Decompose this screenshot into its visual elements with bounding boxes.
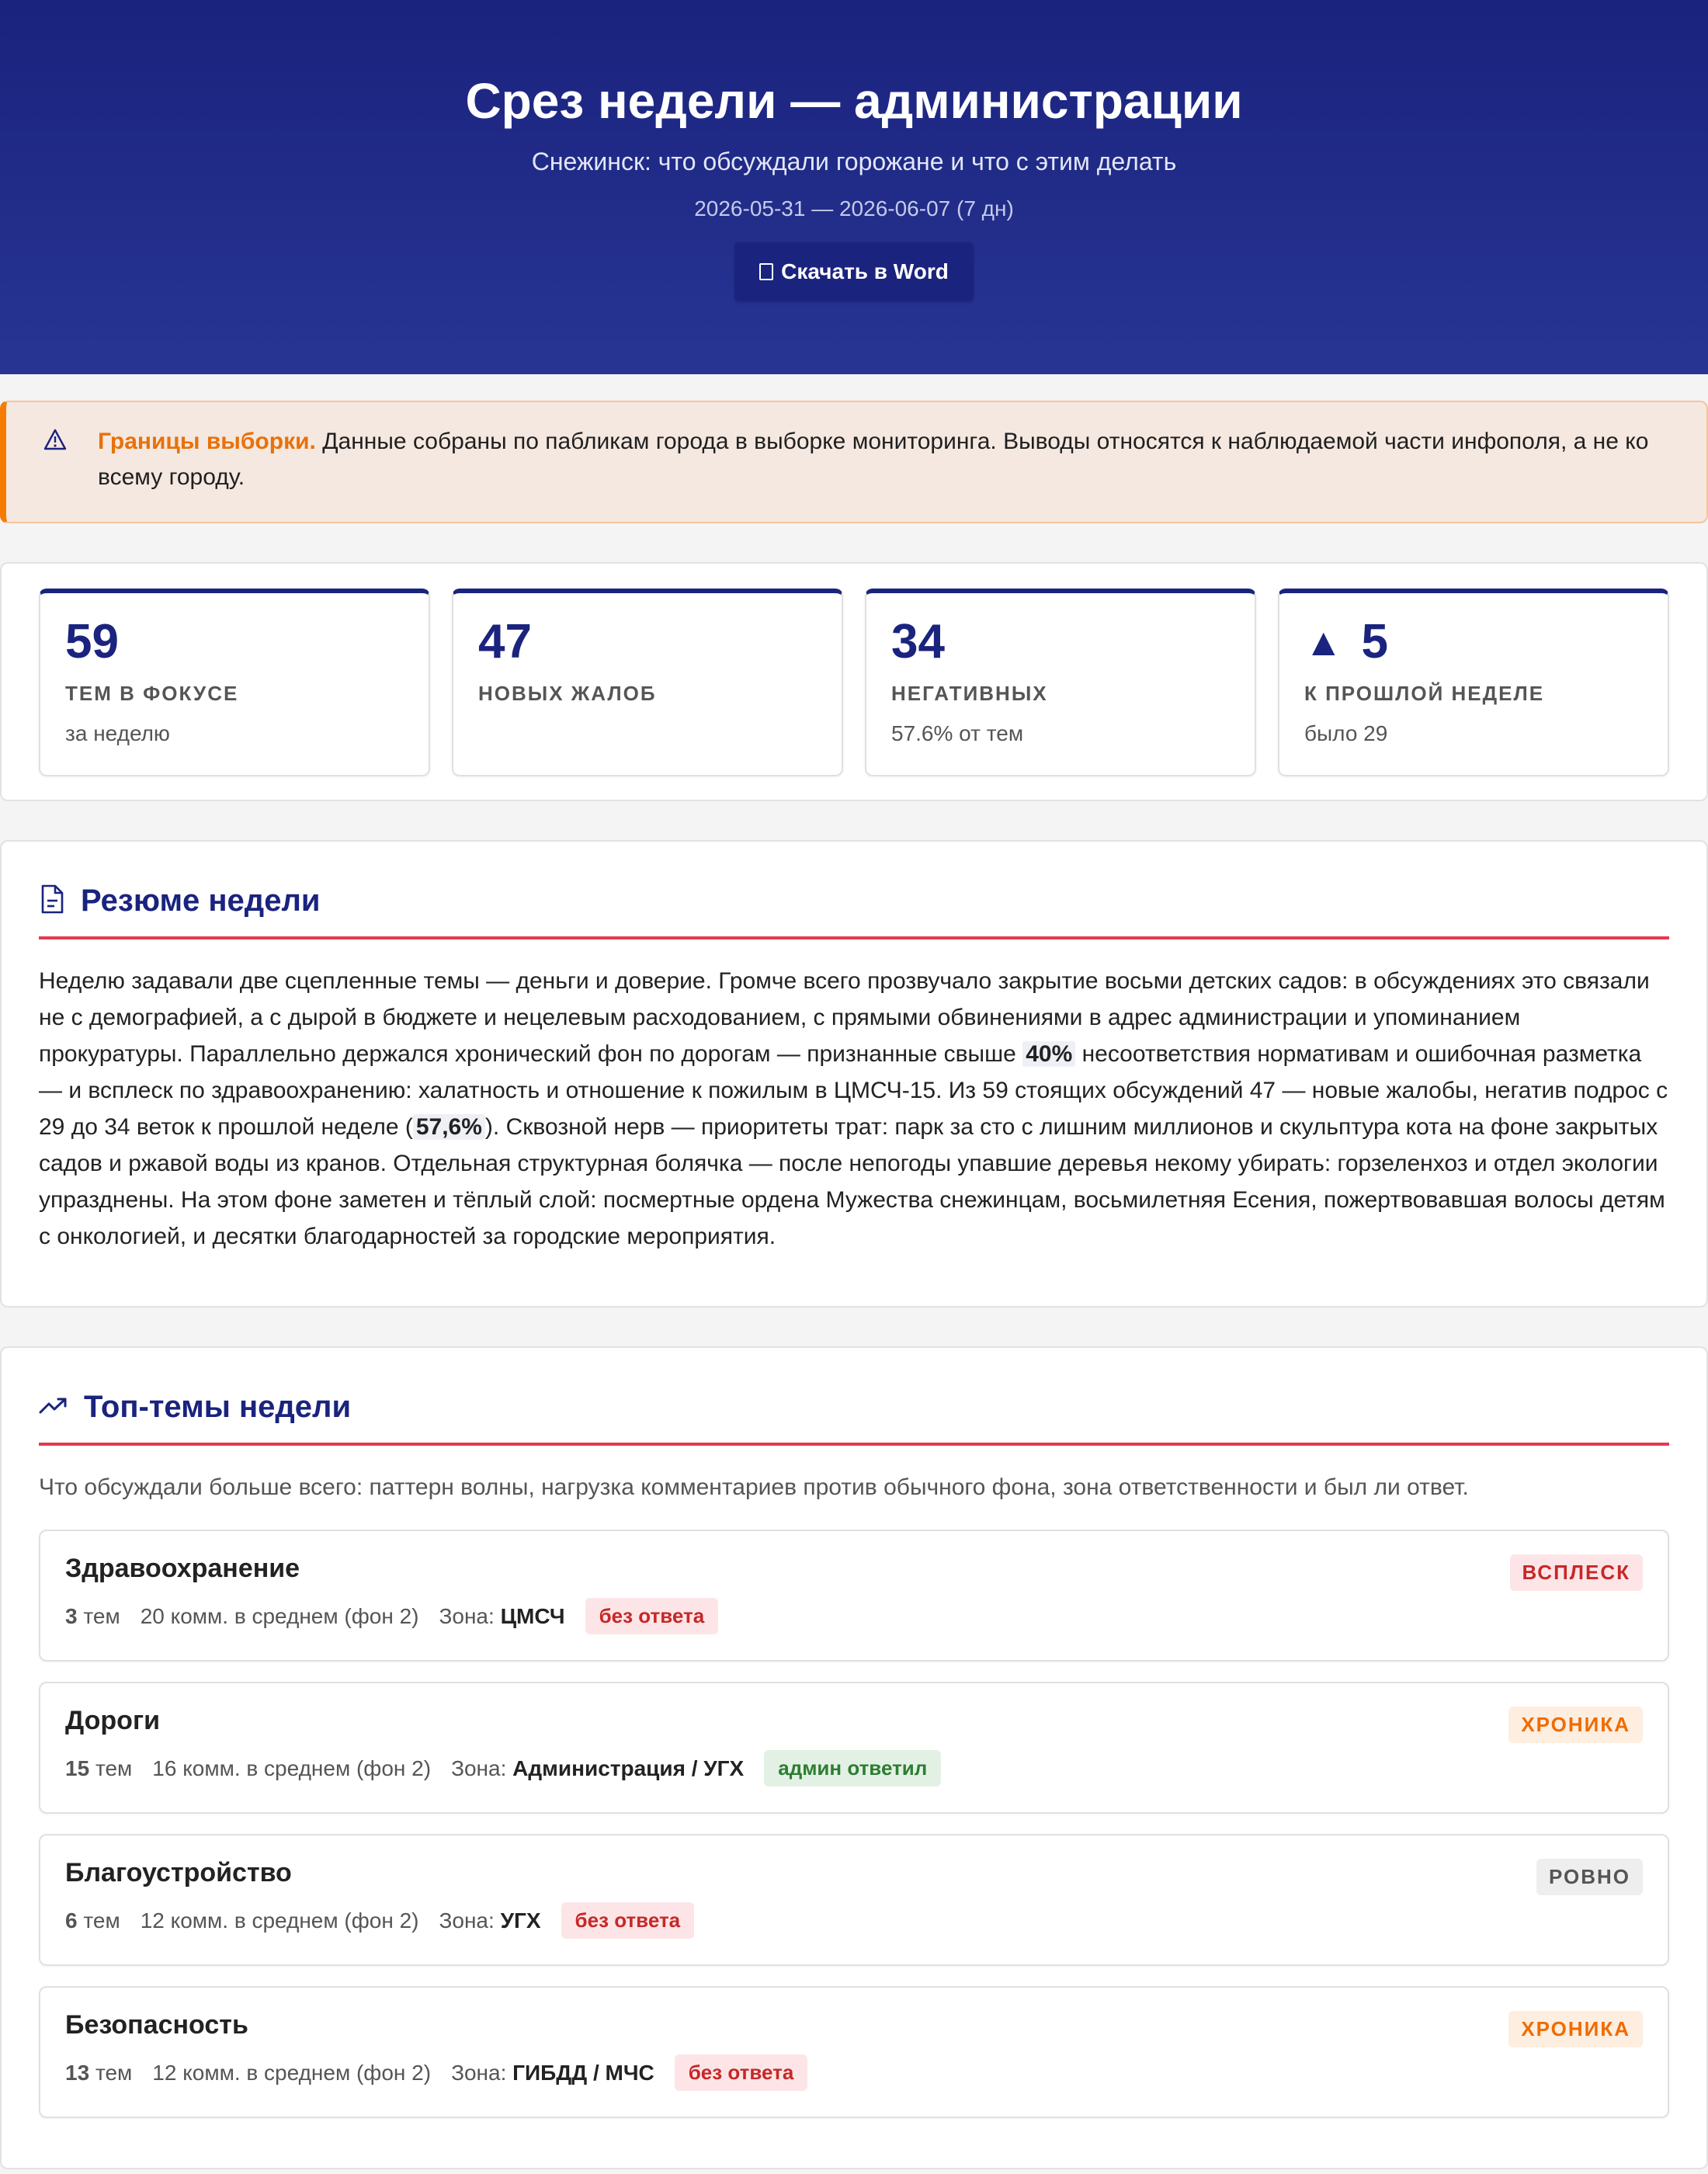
page-header: Срез недели — администрации Снежинск: чт… — [0, 0, 1708, 374]
topic-count-value: 6 — [65, 1908, 78, 1933]
stat-note: за неделю — [65, 721, 170, 745]
top-topics-section: Топ-темы недели Что обсуждали больше все… — [0, 1346, 1708, 2169]
stat-card-negative: 34 Негативных 57.6% от тем — [865, 589, 1256, 776]
stat-value: 47 — [478, 615, 532, 669]
page-title: Срез недели — администрации — [465, 73, 1243, 129]
answer-status-badge: админ ответил — [764, 1750, 942, 1787]
topic-count: 6 тем — [65, 1908, 120, 1933]
stat-value: 34 — [891, 615, 945, 669]
topic-count-unit: тем — [95, 2060, 133, 2085]
topic-name: Здравоохранение — [65, 1554, 300, 1583]
topic-card[interactable]: Здравоохранение 3 тем 20 комм. в среднем… — [39, 1530, 1669, 1662]
stat-value-row: ▲ 5 — [1304, 615, 1643, 669]
section-title: Резюме недели — [81, 884, 321, 918]
topic-zone: Зона: ГИБДД / МЧС — [451, 2061, 654, 2085]
topic-count: 3 тем — [65, 1604, 120, 1629]
topic-count: 15 тем — [65, 1756, 132, 1781]
section-title: Топ-темы недели — [84, 1390, 352, 1424]
stat-note: было 29 — [1304, 721, 1388, 745]
answer-status-badge: без ответа — [585, 1598, 719, 1634]
topic-comments: 20 комм. в среднем (фон 2) — [140, 1603, 419, 1628]
topic-comments: 12 комм. в среднем (фон 2) — [140, 1908, 419, 1933]
summary-text: Неделю задавали две сцепленные темы — де… — [39, 963, 1669, 1255]
zone-label: Зона: — [439, 1908, 495, 1933]
topic-count-value: 13 — [65, 2060, 90, 2085]
topic-meta: 6 тем 12 комм. в среднем (фон 2) Зона: У… — [65, 1902, 1643, 1939]
topic-zone: Зона: Администрация / УГХ — [451, 1756, 744, 1781]
stat-card-topics: 59 Тем в фокусе за неделю — [39, 589, 430, 776]
topic-count-unit: тем — [83, 1908, 120, 1933]
zone-value: ГИБДД / МЧС — [512, 2060, 654, 2085]
topic-comments: 12 комм. в среднем (фон 2) — [152, 2060, 432, 2085]
page-subtitle: Снежинск: что обсуждали горожане и что с… — [531, 148, 1177, 175]
notice-body: Данные собраны по пабликам города в выбо… — [98, 429, 1649, 490]
document-icon — [39, 884, 65, 919]
trend-badge: ХРОНИКА — [1508, 1707, 1643, 1743]
zone-label: Зона: — [451, 1756, 507, 1780]
sample-limits-notice: Границы выборки. Данные собраны по пабли… — [0, 401, 1708, 523]
arrow-up-icon: ▲ — [1304, 620, 1343, 664]
week-summary-section: Резюме недели Неделю задавали две сцепле… — [0, 840, 1708, 1308]
download-word-button[interactable]: Скачать в Word — [734, 242, 974, 301]
section-header: Топ-темы недели — [39, 1388, 1669, 1446]
trend-badge: ВСПЛЕСК — [1509, 1554, 1643, 1591]
stat-card-complaints: 47 Новых жалоб — [452, 589, 843, 776]
trend-badge: ХРОНИКА — [1508, 2011, 1643, 2047]
download-word-label: Скачать в Word — [781, 259, 949, 283]
topic-count-unit: тем — [83, 1603, 120, 1628]
zone-value: Администрация / УГХ — [512, 1756, 745, 1780]
topic-count-unit: тем — [95, 1756, 133, 1780]
stat-label: Новых жалоб — [478, 682, 657, 705]
section-header: Резюме недели — [39, 882, 1669, 939]
document-icon — [759, 263, 774, 280]
topic-count-value: 15 — [65, 1756, 90, 1780]
topic-name: Дороги — [65, 1706, 161, 1735]
topic-zone: Зона: УГХ — [439, 1908, 540, 1933]
summary-highlight: 40% — [1022, 1041, 1076, 1067]
stat-value: 59 — [65, 615, 119, 669]
warning-icon — [43, 424, 75, 522]
trend-badge: РОВНО — [1536, 1859, 1643, 1895]
topic-comments: 16 комм. в среднем (фон 2) — [152, 1756, 432, 1780]
summary-highlight: 57,6% — [412, 1114, 485, 1140]
stat-note: 57.6% от тем — [891, 721, 1024, 745]
notice-lead: Границы выборки. — [98, 429, 316, 454]
topic-card[interactable]: Благоустройство 6 тем 12 комм. в среднем… — [39, 1834, 1669, 1966]
topic-card[interactable]: Дороги 15 тем 16 комм. в среднем (фон 2)… — [39, 1682, 1669, 1814]
stat-value: 5 — [1361, 615, 1388, 669]
topic-meta: 3 тем 20 комм. в среднем (фон 2) Зона: Ц… — [65, 1598, 1643, 1634]
stat-label: Негативных — [891, 682, 1048, 705]
topic-zone: Зона: ЦМСЧ — [439, 1604, 564, 1629]
section-intro: Что обсуждали больше всего: паттерн волн… — [39, 1474, 1469, 1500]
report-period: 2026-05-31 — 2026-06-07 (7 дн) — [694, 196, 1014, 221]
answer-status-badge: без ответа — [674, 2054, 808, 2091]
topic-count: 13 тем — [65, 2061, 132, 2085]
zone-value: УГХ — [500, 1908, 541, 1933]
topic-card[interactable]: Безопасность 13 тем 12 комм. в среднем (… — [39, 1986, 1669, 2118]
stats-panel: 59 Тем в фокусе за неделю 47 Новых жалоб… — [0, 562, 1708, 801]
topic-meta: 13 тем 12 комм. в среднем (фон 2) Зона: … — [65, 2054, 1643, 2091]
topic-meta: 15 тем 16 комм. в среднем (фон 2) Зона: … — [65, 1750, 1643, 1787]
stat-label: К прошлой неделе — [1304, 682, 1545, 705]
notice-text: Границы выборки. Данные собраны по пабли… — [98, 424, 1678, 522]
topic-name: Благоустройство — [65, 1858, 292, 1887]
zone-label: Зона: — [451, 2060, 507, 2085]
stat-label: Тем в фокусе — [65, 682, 239, 705]
answer-status-badge: без ответа — [561, 1902, 695, 1939]
zone-value: ЦМСЧ — [500, 1603, 565, 1628]
stat-card-week-change: ▲ 5 К прошлой неделе было 29 — [1278, 589, 1669, 776]
zone-label: Зона: — [439, 1603, 495, 1628]
topic-count-value: 3 — [65, 1603, 78, 1628]
trending-up-icon — [39, 1395, 68, 1419]
topic-name: Безопасность — [65, 2010, 248, 2040]
